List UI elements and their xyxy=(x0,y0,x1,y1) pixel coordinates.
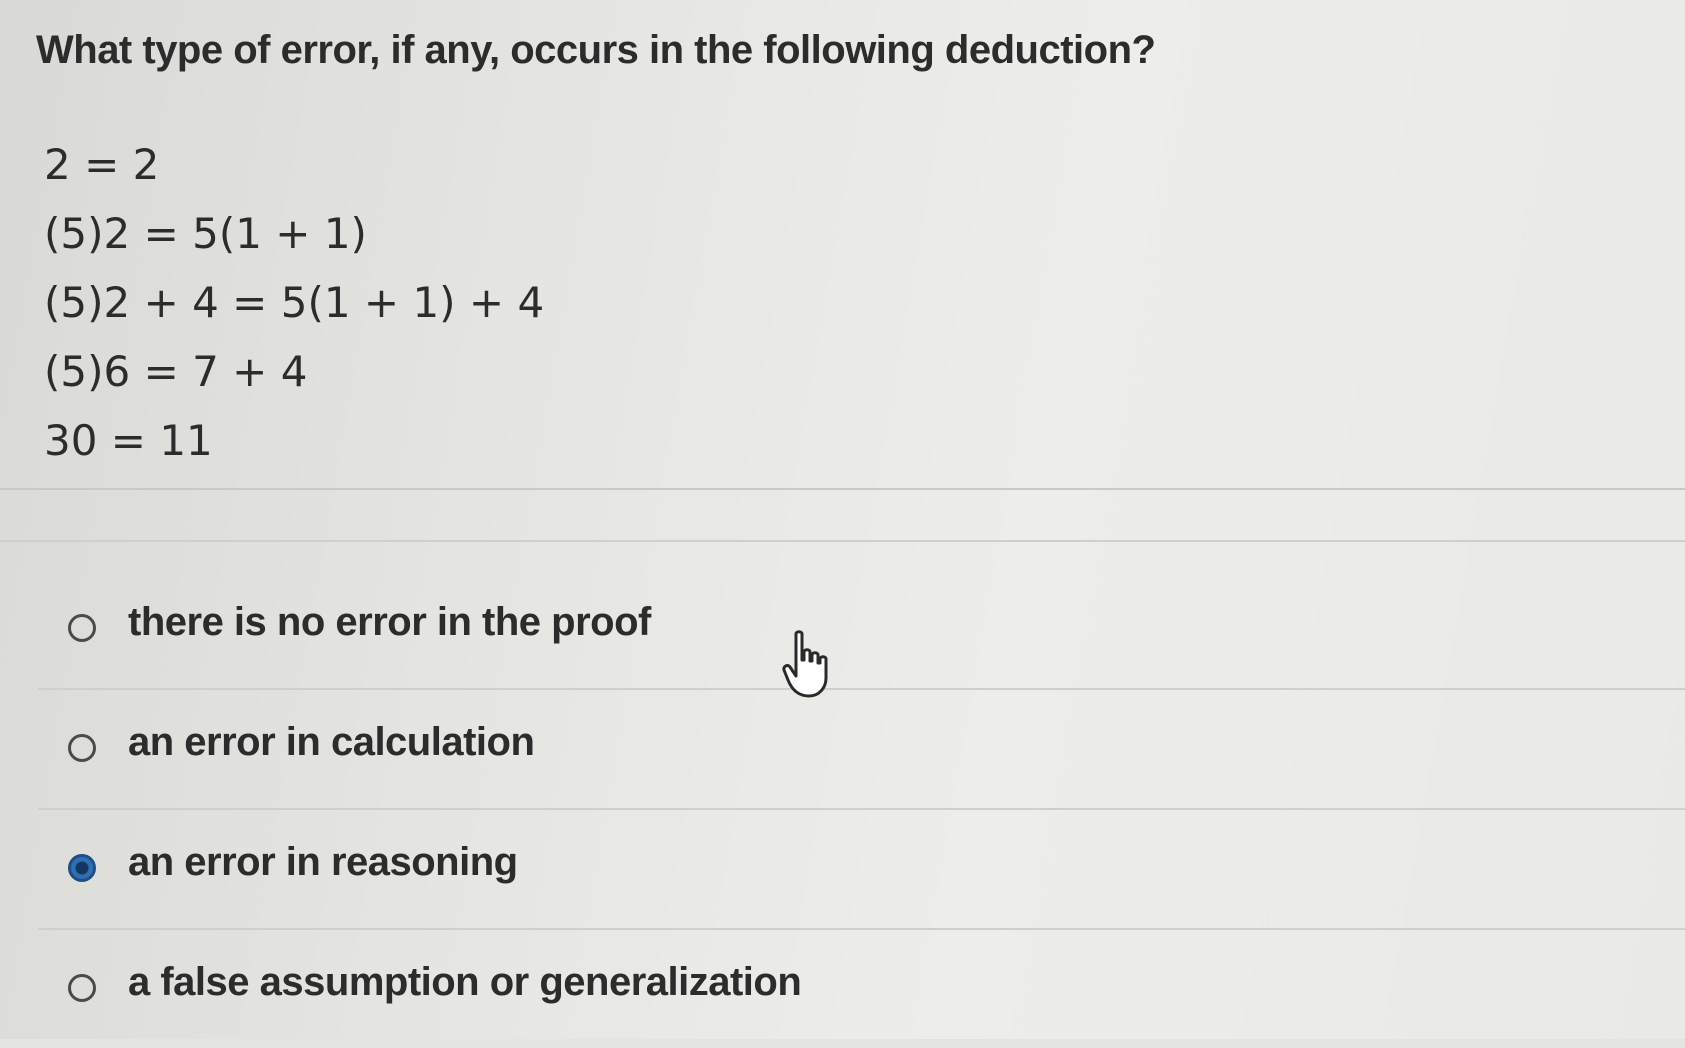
answer-option-label: a false assumption or generalization xyxy=(128,960,802,1004)
deduction-steps: 2 = 2 (5)2 = 5(1 + 1) (5)2 + 4 = 5(1 + 1… xyxy=(44,130,544,475)
answer-option-false-assumption[interactable]: a false assumption or generalization xyxy=(38,930,1685,1048)
quiz-page: What type of error, if any, occurs in th… xyxy=(0,0,1685,1039)
answer-option-label: there is no error in the proof xyxy=(128,600,651,644)
deduction-line: (5)2 + 4 = 5(1 + 1) + 4 xyxy=(44,278,545,327)
answer-option-no-error[interactable]: there is no error in the proof xyxy=(38,570,1685,690)
deduction-line: 30 = 11 xyxy=(44,416,213,465)
deduction-line: 2 = 2 xyxy=(44,140,160,189)
answer-options: there is no error in the proof an error … xyxy=(0,570,1685,1048)
hand-pointer-icon xyxy=(782,630,828,698)
radio-button[interactable] xyxy=(68,974,96,1002)
deduction-line: (5)2 = 5(1 + 1) xyxy=(44,209,367,258)
radio-button-selected[interactable] xyxy=(68,854,96,882)
question-card: What type of error, if any, occurs in th… xyxy=(0,0,1685,490)
answer-option-calculation[interactable]: an error in calculation xyxy=(38,690,1685,810)
divider xyxy=(0,540,1685,542)
question-title: What type of error, if any, occurs in th… xyxy=(36,28,1156,72)
deduction-line: (5)6 = 7 + 4 xyxy=(44,347,308,396)
answer-option-label: an error in calculation xyxy=(128,720,535,764)
radio-button[interactable] xyxy=(68,734,96,762)
answer-option-reasoning[interactable]: an error in reasoning xyxy=(38,810,1685,930)
radio-button[interactable] xyxy=(68,614,96,642)
answer-option-label: an error in reasoning xyxy=(128,840,518,884)
